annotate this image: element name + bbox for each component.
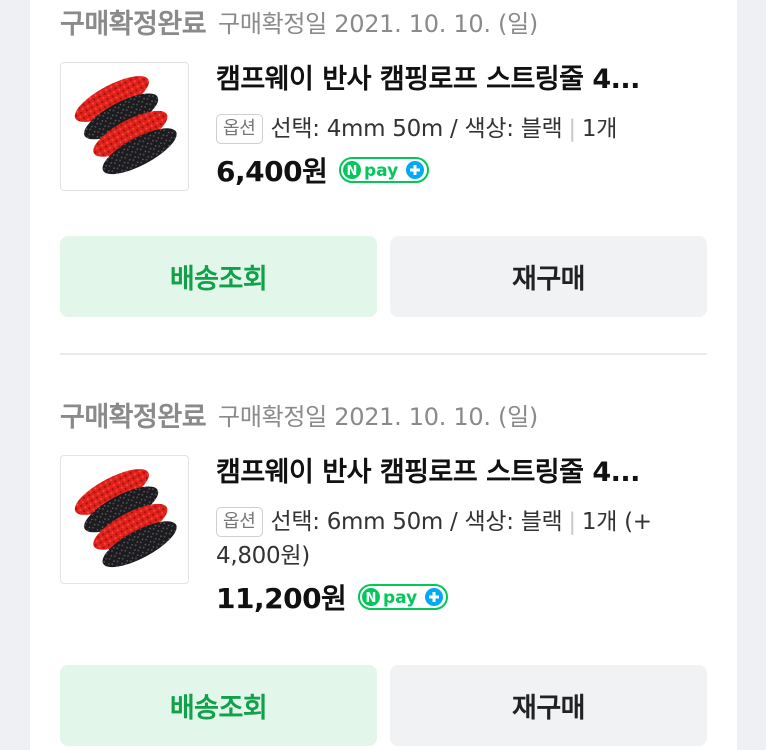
- product-thumbnail[interactable]: [60, 62, 189, 191]
- rebuy-button[interactable]: 재구매: [390, 665, 707, 746]
- option-text: 선택: 6mm 50m / 색상: 블랙: [270, 509, 563, 535]
- price: 11,200원: [216, 582, 347, 615]
- rebuy-button[interactable]: 재구매: [390, 236, 707, 317]
- separator: |: [568, 509, 576, 535]
- product-name[interactable]: 캠프웨이 반사 캠핑로프 스트링줄 4...: [216, 62, 707, 98]
- option-badge: 옵션: [216, 114, 263, 144]
- option-row: 옵션 선택: 4mm 50m / 색상: 블랙 | 1개: [216, 112, 707, 146]
- rope-product-image: [74, 76, 177, 175]
- confirm-date: 구매확정일 2021. 10. 10. (일): [218, 402, 538, 431]
- svg-text:pay: pay: [383, 588, 417, 608]
- npay-plus-icon: N pay: [339, 157, 430, 183]
- option-text: 선택: 4mm 50m / 색상: 블랙: [270, 116, 563, 142]
- action-buttons: 배송조회 재구매: [60, 236, 707, 317]
- product-thumbnail[interactable]: [60, 455, 189, 584]
- quantity: 1개: [581, 509, 618, 535]
- svg-text:N: N: [366, 591, 377, 606]
- npay-plus-icon: N pay: [358, 584, 449, 610]
- order-status-line: 구매확정완료 구매확정일 2021. 10. 10. (일): [60, 3, 538, 40]
- svg-text:pay: pay: [364, 161, 398, 181]
- separator: |: [568, 116, 576, 142]
- product-info: 캠프웨이 반사 캠핑로프 스트링줄 4... 옵션 선택: 4mm 50m / 색…: [216, 62, 707, 190]
- order-status-line: 구매확정완료 구매확정일 2021. 10. 10. (일): [60, 396, 538, 433]
- svg-text:N: N: [347, 164, 358, 179]
- order-divider: [60, 353, 707, 355]
- option-badge: 옵션: [216, 507, 263, 537]
- price-row: 6,400원 N pay: [216, 150, 707, 190]
- rope-product-image: [74, 469, 177, 568]
- order-list-card: 구매확정완료 구매확정일 2021. 10. 10. (일) 캠프웨이 반사 캠…: [30, 0, 737, 750]
- price: 6,400원: [216, 155, 328, 188]
- track-shipping-button[interactable]: 배송조회: [60, 665, 377, 746]
- product-info: 캠프웨이 반사 캠핑로프 스트링줄 4... 옵션 선택: 6mm 50m / 색…: [216, 455, 707, 617]
- order-status: 구매확정완료: [60, 401, 207, 433]
- option-row: 옵션 선택: 6mm 50m / 색상: 블랙 | 1개 (+ 4,800원): [216, 505, 707, 573]
- track-shipping-button[interactable]: 배송조회: [60, 236, 377, 317]
- product-name[interactable]: 캠프웨이 반사 캠핑로프 스트링줄 4...: [216, 455, 707, 491]
- quantity: 1개: [581, 116, 618, 142]
- price-row: 11,200원 N pay: [216, 577, 707, 617]
- confirm-date: 구매확정일 2021. 10. 10. (일): [218, 9, 538, 38]
- action-buttons: 배송조회 재구매: [60, 665, 707, 746]
- order-status: 구매확정완료: [60, 8, 207, 40]
